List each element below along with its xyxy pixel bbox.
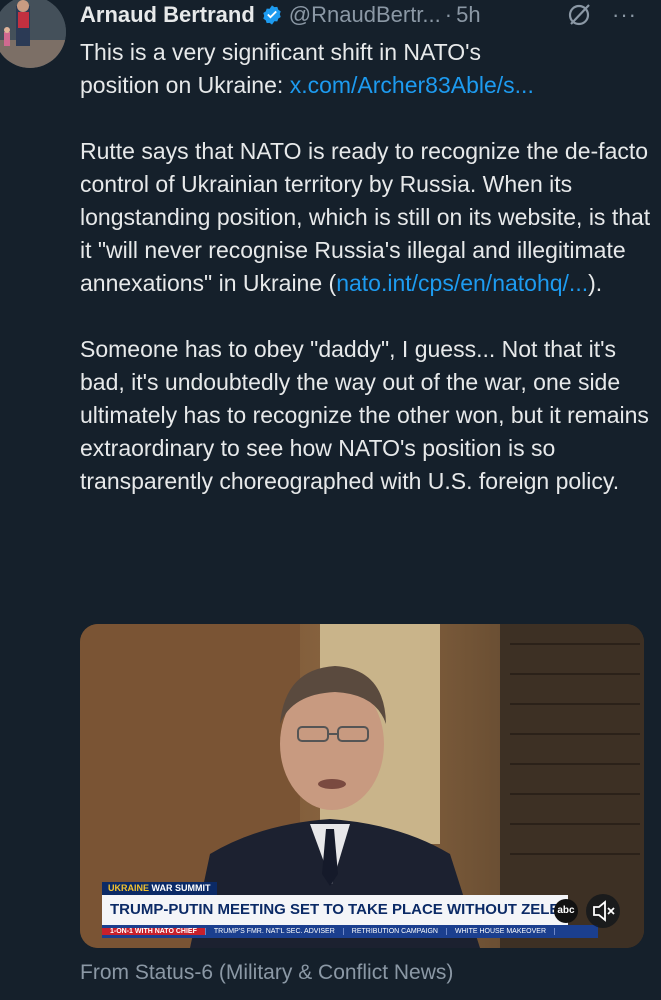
ticker-item: TRUMP'S FMR. NAT'L SEC. ADVISER [206,928,344,935]
tweet-paragraph-2: Rutte says that NATO is ready to recogni… [80,135,652,300]
mute-button[interactable] [586,894,620,928]
tweet-text: This is a very significant shift in NATO… [80,36,652,531]
header-separator: · [444,2,453,27]
chyron-top-label: UKRAINE WAR SUMMIT [102,882,217,895]
nato-website-link[interactable]: nato.int/cps/en/natohq/... [336,270,588,296]
media-source[interactable]: From Status-6 (Military & Conflict News) [80,961,453,985]
author-handle[interactable]: @RnaudBertr... [289,2,441,28]
author-name[interactable]: Arnaud Bertrand [80,2,255,28]
tweet-header: Arnaud Bertrand @RnaudBertr... · 5h [80,0,481,30]
verified-badge-icon [263,5,281,25]
chyron-top-ukraine: UKRAINE [108,883,150,893]
network-logo: abc [554,899,578,923]
chyron-top-summit: WAR SUMMIT [151,883,211,893]
tweet-paragraph-1: This is a very significant shift in NATO… [80,36,652,102]
news-ticker: 1-ON-1 WITH NATO CHIEF TRUMP'S FMR. NAT'… [102,925,598,938]
author-avatar[interactable] [0,0,66,68]
grok-icon[interactable] [566,1,594,29]
quoted-post-link[interactable]: x.com/Archer83Able/s... [290,72,534,98]
ticker-item: 1-ON-1 WITH NATO CHIEF [102,928,206,935]
avatar-image [0,0,66,68]
video-player[interactable]: UKRAINE WAR SUMMIT TRUMP-PUTIN MEETING S… [80,624,644,948]
ticker-item: WHITE HOUSE MAKEOVER [447,928,556,935]
chyron-headline: TRUMP-PUTIN MEETING SET TO TAKE PLACE WI… [102,895,568,925]
tweet-line-2-text: position on Ukraine: [80,72,290,98]
tweet-timestamp[interactable]: 5h [456,2,480,28]
tweet-paragraph-3: Someone has to obey "daddy", I guess... … [80,336,649,494]
more-options-icon[interactable]: ··· [612,2,637,28]
tweet-paragraph-2-end: ). [588,270,603,296]
tweet-line-1: This is a very significant shift in NATO… [80,39,482,65]
speaker-muted-icon [593,900,615,922]
ticker-item: RETRIBUTION CAMPAIGN [344,928,447,935]
